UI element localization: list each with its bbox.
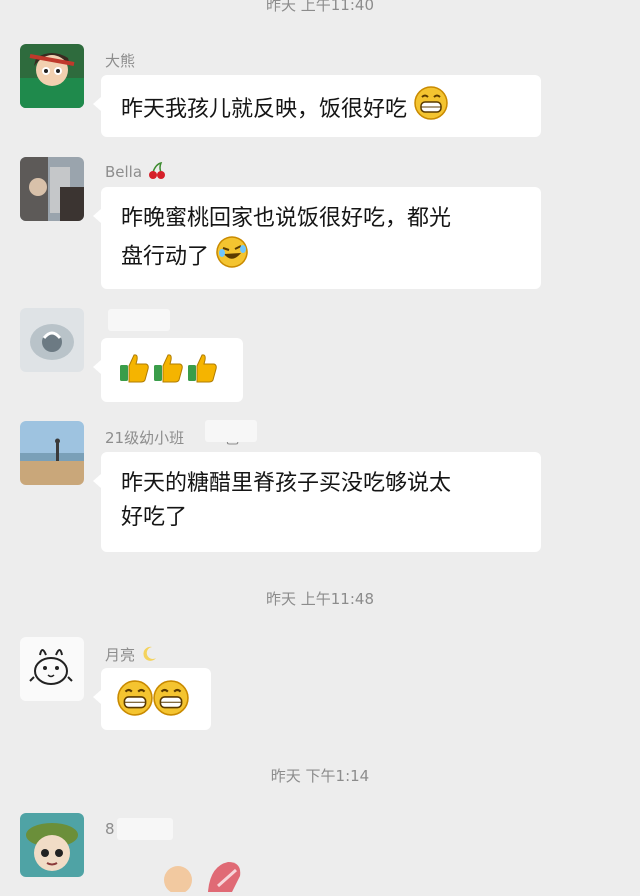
redacted-name	[205, 420, 257, 442]
thumbs-up-icon	[151, 350, 185, 398]
sender-name: 月亮	[105, 644, 158, 665]
message-bubble[interactable]: 昨天我孩儿就反映，饭很好吃	[93, 75, 541, 137]
sender-name-text: Bella	[105, 163, 143, 181]
avatar-moon[interactable]	[20, 637, 84, 701]
crescent-moon-icon	[140, 646, 158, 664]
message-bubble[interactable]	[93, 338, 243, 402]
sticker-image	[158, 856, 248, 896]
sender-name: Bella	[105, 161, 167, 181]
sender-name: 8	[105, 820, 115, 838]
timestamp-1148: 昨天 上午11:48	[266, 590, 374, 608]
message-text-line1: 昨晚蜜桃回家也说饭很好吃，都光	[121, 206, 452, 231]
avatar-cartoon[interactable]	[20, 813, 84, 877]
message-bubble[interactable]: 昨晚蜜桃回家也说饭很好吃，都光 盘行动了	[93, 187, 541, 289]
sender-name-text: 21级幼小班	[105, 429, 185, 447]
thumbs-up-icon	[117, 350, 151, 398]
thumbs-up-icon	[185, 350, 219, 398]
redacted-name	[108, 309, 170, 331]
avatar-beach[interactable]	[20, 421, 84, 485]
message-text-line2: 好吃了	[121, 505, 188, 530]
avatar-daxiong[interactable]	[20, 44, 84, 108]
redacted-name	[117, 818, 173, 840]
sender-name-text: 月亮	[105, 646, 136, 664]
message-bubble[interactable]: 昨天的糖醋里脊孩子买没吃够说太 好吃了	[93, 452, 541, 552]
grin-emoji-icon	[153, 680, 189, 730]
message-text-line2: 盘行动了	[121, 244, 210, 270]
sender-name: 大熊	[105, 52, 136, 70]
timestamp-114: 昨天 下午1:14	[270, 767, 370, 785]
message-bubble[interactable]	[93, 668, 211, 730]
message-text-line2-row: 盘行动了	[121, 236, 521, 279]
avatar-bella[interactable]	[20, 157, 84, 221]
timestamp-1140: 昨天 上午11:40	[266, 0, 374, 14]
grin-emoji-icon	[117, 680, 153, 730]
laugh-cry-emoji-icon	[216, 236, 248, 279]
message-text: 昨天我孩儿就反映，饭很好吃	[121, 97, 408, 122]
avatar-blurred[interactable]	[20, 308, 84, 372]
grin-emoji-icon	[414, 86, 448, 134]
cherry-icon	[147, 161, 167, 181]
message-text-line1: 昨天的糖醋里脊孩子买没吃够说太	[121, 471, 452, 496]
